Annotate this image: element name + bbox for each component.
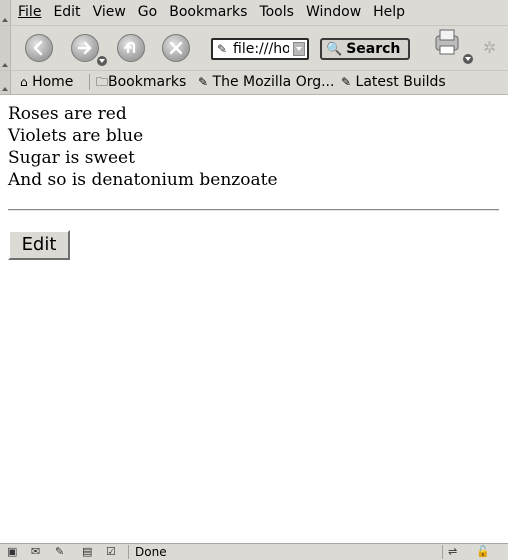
bookmark-latest-label: Latest Builds xyxy=(355,74,446,90)
url-dropdown-icon[interactable] xyxy=(293,42,305,56)
poem-line-4: And so is denatonium benzoate xyxy=(8,170,278,190)
bookmark-separator xyxy=(89,74,90,90)
online-status-icon[interactable]: ⇌ xyxy=(448,545,457,558)
forward-dropdown-icon[interactable] xyxy=(97,56,107,66)
menu-file[interactable]: File xyxy=(18,3,41,21)
menu-edit[interactable]: Edit xyxy=(53,3,80,21)
horizontal-rule xyxy=(8,209,499,211)
forward-arrow-icon xyxy=(77,41,92,55)
bookmark-page-icon: ✎ xyxy=(341,75,352,89)
address-book-icon[interactable]: ▤ xyxy=(82,545,92,558)
forward-button[interactable] xyxy=(71,34,99,62)
back-arrow-icon xyxy=(33,40,43,56)
menu-help[interactable]: Help xyxy=(373,3,405,21)
back-button[interactable] xyxy=(25,34,53,62)
stop-button[interactable] xyxy=(162,34,190,62)
menubar-grippy[interactable] xyxy=(0,0,11,25)
print-dropdown-icon[interactable] xyxy=(463,54,473,64)
bookmark-home-label: Home xyxy=(32,74,74,90)
bookmark-home[interactable]: ⌂ Home xyxy=(20,73,73,91)
security-lock-icon: 🔓 xyxy=(476,545,490,558)
poem-line-2: Violets are blue xyxy=(8,126,144,146)
magnifier-icon: 🔍 xyxy=(326,41,343,57)
navigation-toolbar: ✎ 🔍 Search ✲ xyxy=(0,26,508,71)
menu-go[interactable]: Go xyxy=(138,3,157,21)
page-content: Roses are red Violets are blue Sugar is … xyxy=(8,103,500,191)
bookmark-folder-label: Bookmarks xyxy=(108,74,187,90)
url-bar[interactable]: ✎ xyxy=(211,38,309,60)
bookmark-folder[interactable]: 🗀Bookmarks xyxy=(96,73,186,91)
menu-view[interactable]: View xyxy=(93,3,126,21)
menu-bookmarks[interactable]: Bookmarks xyxy=(169,3,247,21)
stop-x-icon xyxy=(169,41,183,55)
bookmark-latest-builds[interactable]: ✎ Latest Builds xyxy=(341,73,446,91)
bookmarkbar-grippy[interactable] xyxy=(0,71,11,94)
throbber-icon: ✲ xyxy=(483,38,497,57)
menu-bar: File Edit View Go Bookmarks Tools Window… xyxy=(0,0,508,26)
navbar-grippy[interactable] xyxy=(0,26,11,70)
edit-button[interactable]: Edit xyxy=(8,230,70,260)
status-text: Done xyxy=(135,545,167,559)
composer-icon[interactable]: ✎ xyxy=(55,545,64,558)
search-button[interactable]: 🔍 Search xyxy=(320,38,410,60)
menu-window[interactable]: Window xyxy=(306,3,361,21)
url-input[interactable] xyxy=(233,41,289,57)
bookmark-mozilla[interactable]: ✎ The Mozilla Org... xyxy=(198,73,334,91)
reload-icon xyxy=(124,41,136,54)
status-separator xyxy=(128,545,129,559)
menu-tools[interactable]: Tools xyxy=(259,3,294,21)
home-icon: ⌂ xyxy=(20,75,28,89)
poem-line-3: Sugar is sweet xyxy=(8,148,135,168)
mail-icon[interactable]: ✉ xyxy=(31,545,40,558)
status-separator xyxy=(442,545,443,559)
status-bar: ▣ ✉ ✎ ▤ ☑ Done ⇌ 🔓 xyxy=(0,543,508,560)
chatzilla-icon[interactable]: ☑ xyxy=(106,545,116,558)
reload-button[interactable] xyxy=(117,34,145,62)
folder-icon: 🗀 xyxy=(96,75,109,89)
search-button-label: Search xyxy=(346,41,401,57)
poem-line-1: Roses are red xyxy=(8,104,127,124)
bookmark-page-icon: ✎ xyxy=(198,75,209,89)
page-proxy-icon: ✎ xyxy=(217,42,228,56)
personal-toolbar: ⌂ Home 🗀Bookmarks ✎ The Mozilla Org... ✎… xyxy=(0,71,508,95)
bookmark-mozilla-label: The Mozilla Org... xyxy=(212,74,335,90)
navigator-icon[interactable]: ▣ xyxy=(7,545,17,558)
